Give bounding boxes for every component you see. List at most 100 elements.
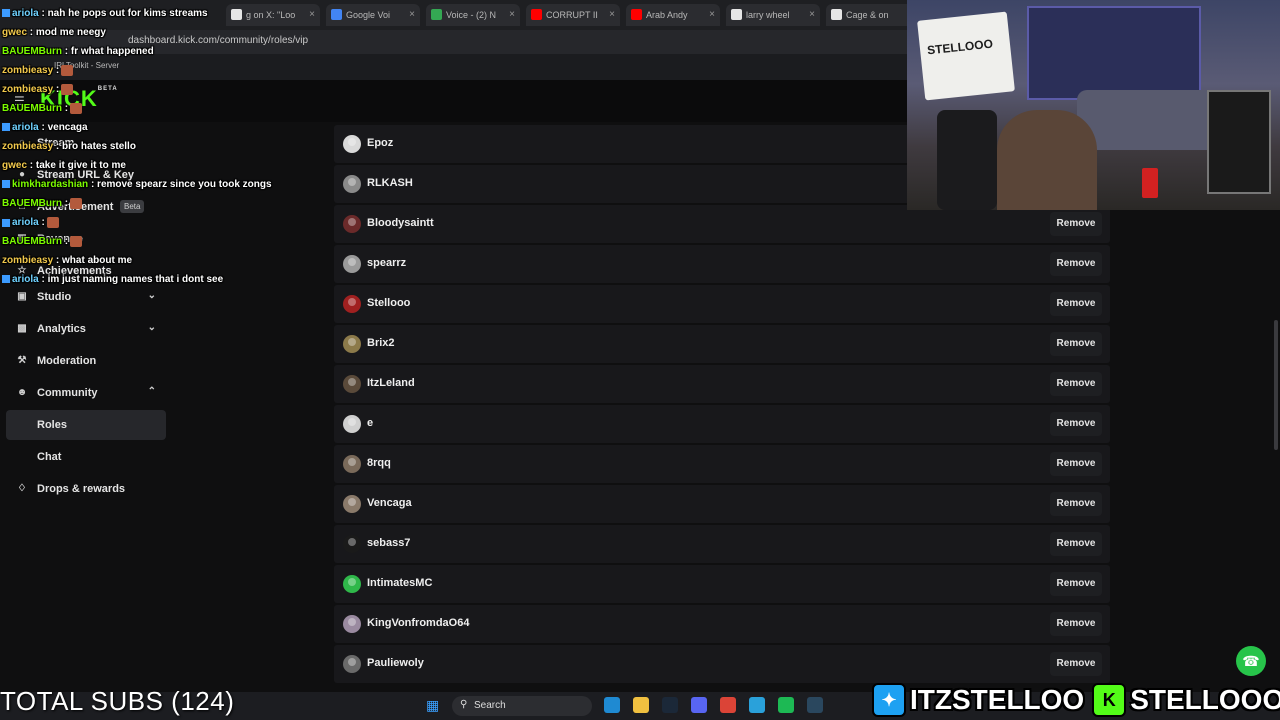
- search-icon: ⚲: [460, 699, 468, 710]
- chat-badge-icon: [2, 275, 10, 284]
- close-tab-icon[interactable]: ×: [709, 4, 715, 26]
- close-tab-icon[interactable]: ×: [409, 4, 415, 26]
- chat-username: zombieasy: [2, 255, 54, 266]
- vip-username[interactable]: RLKASH: [367, 177, 413, 189]
- remove-vip-button[interactable]: Remove: [1050, 492, 1102, 516]
- avatar[interactable]: [343, 335, 361, 353]
- avatar[interactable]: [343, 375, 361, 393]
- remove-vip-button[interactable]: Remove: [1050, 612, 1102, 636]
- remove-vip-button[interactable]: Remove: [1050, 212, 1102, 236]
- vip-username[interactable]: ItzLeland: [367, 377, 415, 389]
- sidebar-item-moderation[interactable]: ⚒ Moderation: [6, 346, 166, 376]
- folder-icon[interactable]: [633, 697, 649, 713]
- close-tab-icon[interactable]: ×: [509, 4, 515, 26]
- chat-message: BAUEMBurn :: [2, 103, 83, 119]
- chat-badge-icon: [2, 180, 10, 189]
- browser-tab[interactable]: CORRUPT II ×: [526, 4, 620, 26]
- vip-row: spearrz Remove: [334, 245, 1110, 283]
- vip-row: e Remove: [334, 405, 1110, 443]
- avatar[interactable]: [343, 295, 361, 313]
- tab-favicon-icon: [831, 9, 842, 20]
- chrome-icon[interactable]: [720, 697, 736, 713]
- vip-username[interactable]: KingVonfromdaO64: [367, 617, 469, 629]
- chat-username: kimkhardashian: [12, 179, 89, 190]
- sidebar-item-drops-rewards[interactable]: ♢ Drops & rewards: [6, 474, 166, 504]
- spotify-icon[interactable]: [778, 697, 794, 713]
- chat-message: BAUEMBurn : fr what happened: [2, 46, 154, 62]
- chat-message: gwec : mod me neegy: [2, 27, 106, 43]
- chat-text: : mod me neegy: [29, 27, 106, 38]
- windows-start-icon[interactable]: ▦: [426, 697, 442, 713]
- vip-username[interactable]: Pauliewoly: [367, 657, 424, 669]
- chat-emote-icon: [61, 65, 74, 76]
- avatar[interactable]: [343, 455, 361, 473]
- vip-username[interactable]: sebass7: [367, 537, 410, 549]
- vip-row: Stellooo Remove: [334, 285, 1110, 323]
- avatar[interactable]: [343, 215, 361, 233]
- remove-vip-button[interactable]: Remove: [1050, 332, 1102, 356]
- browser-tab[interactable]: Arab Andy ×: [626, 4, 720, 26]
- avatar[interactable]: [343, 135, 361, 153]
- chat-emote-icon: [70, 103, 83, 114]
- webcam-monitor: [1207, 90, 1271, 194]
- tab-label: CORRUPT II: [546, 10, 598, 20]
- sidebar-item-chat[interactable]: Chat: [6, 442, 166, 472]
- chevron-down-icon: ⌄: [147, 322, 156, 333]
- remove-vip-button[interactable]: Remove: [1050, 372, 1102, 396]
- avatar[interactable]: [343, 575, 361, 593]
- chat-message: ariola : vencaga: [2, 122, 88, 138]
- vip-username[interactable]: Brix2: [367, 337, 395, 349]
- tab-favicon-icon: [331, 9, 342, 20]
- webcam-bed: [1077, 90, 1227, 150]
- close-tab-icon[interactable]: ×: [609, 4, 615, 26]
- sidebar-item-roles[interactable]: Roles: [6, 410, 166, 440]
- remove-vip-button[interactable]: Remove: [1050, 412, 1102, 436]
- help-chat-button[interactable]: ☎: [1236, 646, 1266, 676]
- chat-text: : nah he pops out for kims streams: [41, 8, 208, 19]
- browser-tab[interactable]: Voice - (2) N ×: [426, 4, 520, 26]
- remove-vip-button[interactable]: Remove: [1050, 532, 1102, 556]
- close-tab-icon[interactable]: ×: [809, 4, 815, 26]
- avatar[interactable]: [343, 615, 361, 633]
- vip-username[interactable]: 8rqq: [367, 457, 391, 469]
- page-scrollbar[interactable]: [1274, 320, 1278, 450]
- remove-vip-button[interactable]: Remove: [1050, 452, 1102, 476]
- edge-icon[interactable]: [604, 697, 620, 713]
- avatar[interactable]: [343, 415, 361, 433]
- avatar[interactable]: [343, 535, 361, 553]
- browser-tab[interactable]: Google Voi ×: [326, 4, 420, 26]
- taskbar-search[interactable]: ⚲ Search: [452, 696, 592, 716]
- steam-icon-2[interactable]: [807, 697, 823, 713]
- chat-message: zombieasy :: [2, 65, 74, 81]
- vip-username[interactable]: e: [367, 417, 373, 429]
- vip-username[interactable]: Bloodysaintt: [367, 217, 434, 229]
- avatar[interactable]: [343, 255, 361, 273]
- sidebar-item-analytics[interactable]: ▩ Analytics ⌄: [6, 314, 166, 344]
- twitter-handle: ✦ ITZSTELLOO: [872, 683, 1084, 717]
- remove-vip-button[interactable]: Remove: [1050, 252, 1102, 276]
- avatar[interactable]: [343, 495, 361, 513]
- sidebar-item-community[interactable]: ☻ Community ⌃: [6, 378, 166, 408]
- vip-username[interactable]: Epoz: [367, 137, 393, 149]
- avatar[interactable]: [343, 175, 361, 193]
- steam-icon[interactable]: [662, 697, 678, 713]
- discord-icon[interactable]: [691, 697, 707, 713]
- avatar[interactable]: [343, 655, 361, 673]
- vip-username[interactable]: Stellooo: [367, 297, 410, 309]
- vip-username[interactable]: IntimatesMC: [367, 577, 432, 589]
- search-placeholder: Search: [474, 700, 506, 711]
- vip-username[interactable]: spearrz: [367, 257, 406, 269]
- chat-text: : take it give it to me: [29, 160, 126, 171]
- remove-vip-button[interactable]: Remove: [1050, 652, 1102, 676]
- chat-text: : fr what happened: [64, 46, 154, 57]
- remove-vip-button[interactable]: Remove: [1050, 292, 1102, 316]
- browser-tab[interactable]: Cage & on×: [826, 4, 920, 26]
- browser-tab[interactable]: larry wheel ×: [726, 4, 820, 26]
- remove-vip-button[interactable]: Remove: [1050, 572, 1102, 596]
- telegram-icon[interactable]: [749, 697, 765, 713]
- vip-row: IntimatesMC Remove: [334, 565, 1110, 603]
- chat-username: ariola: [12, 217, 39, 229]
- vip-username[interactable]: Vencaga: [367, 497, 412, 509]
- webcam-streamer: [997, 110, 1097, 210]
- chat-username: ariola: [12, 122, 39, 133]
